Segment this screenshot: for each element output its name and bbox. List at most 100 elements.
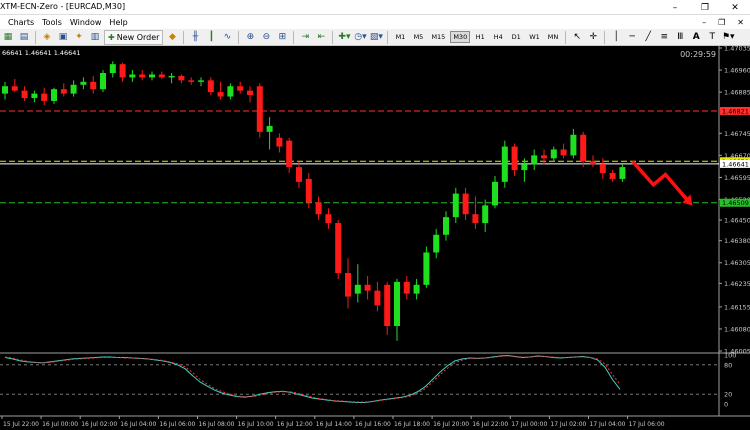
candle-body: [178, 75, 185, 81]
candle-body: [119, 64, 126, 78]
candle-body: [139, 74, 146, 78]
price-axis-label: 1.46380: [724, 237, 750, 245]
candle-body: [394, 281, 400, 326]
doc-restore-icon[interactable]: ❐: [712, 18, 731, 27]
bar-countdown: 00:29:59: [680, 50, 716, 59]
timeframe-m30[interactable]: M30: [450, 31, 471, 43]
timeframe-d1[interactable]: D1: [508, 31, 524, 43]
crosshair-icon[interactable]: ✛: [586, 30, 600, 45]
new-order-button[interactable]: ✚ New Order: [104, 29, 164, 45]
candle-body: [452, 193, 459, 218]
autotrading-icon[interactable]: ◆: [165, 30, 179, 45]
doc-minimize-icon[interactable]: –: [696, 18, 712, 27]
doc-close-icon[interactable]: ✕: [731, 18, 750, 27]
tile-windows-icon[interactable]: ⊞: [275, 30, 289, 45]
close-icon[interactable]: ✕: [720, 0, 750, 15]
timeframe-mn[interactable]: MN: [545, 31, 561, 43]
candle-body: [403, 281, 410, 294]
timeframe-m1[interactable]: M1: [392, 31, 408, 43]
indicator-axis-label: 80: [724, 361, 732, 369]
price-axis-label: 1.46960: [724, 67, 750, 75]
terminal-icon[interactable]: ▥: [88, 30, 102, 45]
menu-window[interactable]: Window: [66, 18, 106, 27]
candle-body: [70, 84, 77, 94]
candle-body: [609, 173, 616, 179]
time-axis-label: 16 Jul 12:00: [277, 421, 313, 428]
maximize-icon[interactable]: ❐: [690, 0, 720, 15]
time-axis-label: 17 Jul 02:00: [550, 421, 586, 428]
indicators-icon[interactable]: ✚▾: [337, 30, 351, 45]
indicator-axis-label: 100: [724, 352, 736, 360]
candle-body: [227, 86, 234, 97]
bar-chart-icon[interactable]: ╫: [188, 30, 202, 45]
candle-body: [423, 252, 430, 285]
menu-help[interactable]: Help: [105, 18, 131, 27]
chart-shift-icon[interactable]: ⇤: [314, 30, 328, 45]
ohlc-header: 66641 1.46641 1.46641: [2, 49, 81, 57]
minimize-icon[interactable]: –: [660, 0, 690, 15]
candle-body: [570, 134, 577, 156]
candle-body: [100, 73, 106, 90]
candle-body: [198, 80, 204, 82]
toolbar-separator: [183, 30, 185, 44]
candle-body: [472, 214, 479, 224]
candle-body: [168, 75, 175, 78]
indicator-axis-label: 20: [724, 391, 732, 399]
market-watch-icon[interactable]: ◈: [40, 30, 54, 45]
candle-body: [109, 64, 116, 74]
new-chart-icon[interactable]: ▦: [1, 30, 15, 45]
navigator-icon[interactable]: ✦: [72, 30, 86, 45]
candle-body: [11, 86, 18, 91]
menu-tools[interactable]: Tools: [38, 18, 66, 27]
time-axis-label: 16 Jul 04:00: [120, 421, 156, 428]
candle-body: [599, 164, 606, 174]
timeframe-m15[interactable]: M15: [428, 31, 448, 43]
timeframe-h1[interactable]: H1: [472, 31, 488, 43]
data-window-icon[interactable]: ▣: [56, 30, 70, 45]
cursor-icon[interactable]: ↖: [570, 30, 584, 45]
auto-scroll-icon[interactable]: ⇥: [298, 30, 312, 45]
new-order-label: New Order: [116, 32, 160, 42]
menu-charts[interactable]: Charts: [0, 18, 38, 27]
timeframe-m5[interactable]: M5: [410, 31, 426, 43]
price-axis-label: 1.46885: [724, 89, 750, 97]
candlestick-chart[interactable]: 1.470351.469601.468851.467451.466701.465…: [0, 45, 750, 430]
templates-icon[interactable]: ▧▾: [369, 30, 383, 45]
chart-background: [0, 46, 750, 430]
chart-window[interactable]: 1.47035 1.46960 1.46885 1.46745 1.46670 1.465…: [0, 45, 750, 430]
price-axis-label: 1.47035: [724, 46, 750, 53]
candle-body: [335, 223, 342, 274]
candle-body: [345, 273, 351, 297]
fibonacci-icon[interactable]: Ⅲ: [673, 30, 687, 45]
candle-body: [296, 167, 302, 182]
price-axis-label: 1.46595: [724, 174, 750, 182]
zoom-in-icon[interactable]: ⊕: [243, 30, 257, 45]
label-tool-icon[interactable]: T: [705, 30, 719, 45]
zoom-out-icon[interactable]: ⊖: [259, 30, 273, 45]
periods-icon[interactable]: ◷▾: [353, 30, 367, 45]
profiles-icon[interactable]: ▤: [17, 30, 31, 45]
candle-body: [31, 93, 38, 99]
timeframe-w1[interactable]: W1: [526, 31, 543, 43]
time-axis-label: 16 Jul 18:00: [394, 421, 430, 428]
candle-body: [305, 178, 312, 203]
arrows-icon[interactable]: ⚑▾: [721, 30, 735, 45]
window-title: XTM-ECN-Zero - [EURCAD,M30]: [0, 2, 126, 11]
trendline-icon[interactable]: ╱: [641, 30, 655, 45]
candle-body: [354, 284, 361, 294]
vertical-line-icon[interactable]: │: [609, 30, 623, 45]
line-chart-icon[interactable]: ∿: [220, 30, 234, 45]
time-axis-label: 16 Jul 14:00: [316, 421, 352, 428]
timeframe-h4[interactable]: H4: [490, 31, 506, 43]
indicator-axis-label: 0: [724, 401, 728, 409]
toolbar-separator: [293, 30, 295, 44]
price-axis-label: 1.46155: [724, 303, 750, 311]
horizontal-line-icon[interactable]: ─: [625, 30, 639, 45]
price-badge-label: 1.46509: [722, 199, 749, 207]
candle-body: [266, 125, 273, 132]
candle-body: [60, 89, 67, 94]
channel-icon[interactable]: ≡: [657, 30, 671, 45]
candlestick-icon[interactable]: ┃: [204, 30, 218, 45]
time-axis-label: 16 Jul 22:00: [472, 421, 508, 428]
text-tool-icon[interactable]: A: [689, 30, 703, 45]
